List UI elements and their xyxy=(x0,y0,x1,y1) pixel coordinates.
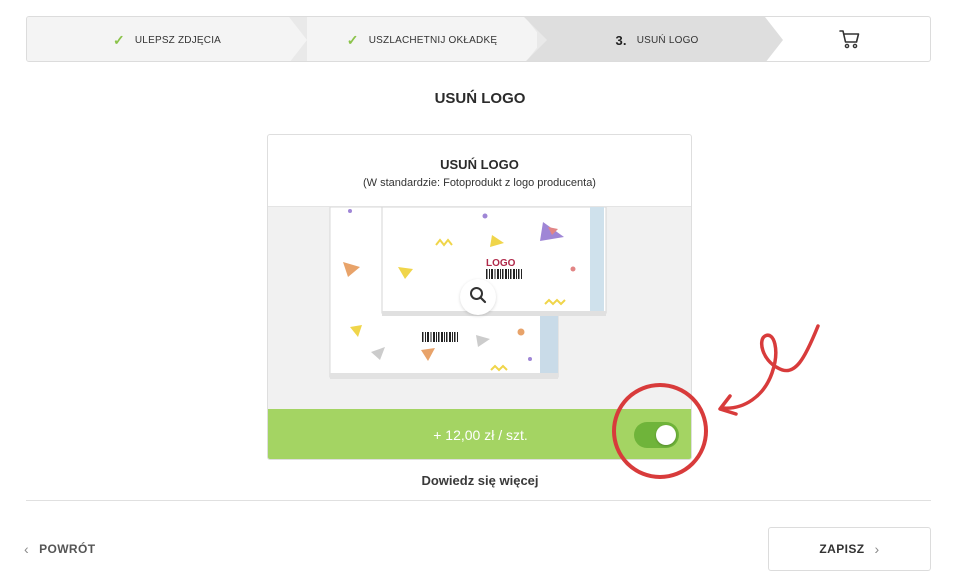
product-preview-image[interactable]: LOGO xyxy=(268,207,691,411)
logo-text: LOGO xyxy=(486,258,516,269)
save-label: ZAPISZ xyxy=(819,542,865,556)
divider xyxy=(26,500,931,501)
step-cart[interactable] xyxy=(767,17,930,61)
highlight-circle xyxy=(612,383,708,479)
price-label: + 12,00 zł / szt. xyxy=(433,427,528,443)
step-label: USUŃ LOGO xyxy=(636,34,699,46)
magnifier-icon xyxy=(469,286,487,309)
card-subtitle: (W standardzie: Fotoprodukt z logo produ… xyxy=(363,177,596,189)
step-label: USZLACHETNIJ OKŁADKĘ xyxy=(368,34,498,46)
progress-stepper: 3. USUŃ LOGO ✓ USZLACHETNIJ OKŁADKĘ ✓ UL… xyxy=(26,16,931,62)
chevron-left-icon: ‹ xyxy=(24,541,30,557)
back-button[interactable]: ‹ POWRÓT xyxy=(24,541,95,557)
check-icon: ✓ xyxy=(112,31,125,48)
check-icon: ✓ xyxy=(346,31,359,48)
learn-more-label: Dowiedz się więcej xyxy=(421,473,539,488)
page-title: USUŃ LOGO xyxy=(434,90,526,107)
step-improve-photos[interactable]: ✓ ULEPSZ ZDJĘCIA xyxy=(27,17,307,61)
cart-icon xyxy=(838,29,861,52)
card-title: USUŃ LOGO xyxy=(440,157,519,172)
step-label: ULEPSZ ZDJĘCIA xyxy=(134,34,222,46)
zoom-button[interactable] xyxy=(460,279,496,315)
learn-more-link[interactable]: Dowiedz się więcej xyxy=(0,473,960,488)
back-label: POWRÓT xyxy=(39,542,96,556)
annotation-arrow-icon xyxy=(718,324,820,416)
save-button[interactable]: ZAPISZ › xyxy=(768,527,931,571)
step-number: 3. xyxy=(615,32,627,48)
chevron-right-icon: › xyxy=(874,541,880,557)
